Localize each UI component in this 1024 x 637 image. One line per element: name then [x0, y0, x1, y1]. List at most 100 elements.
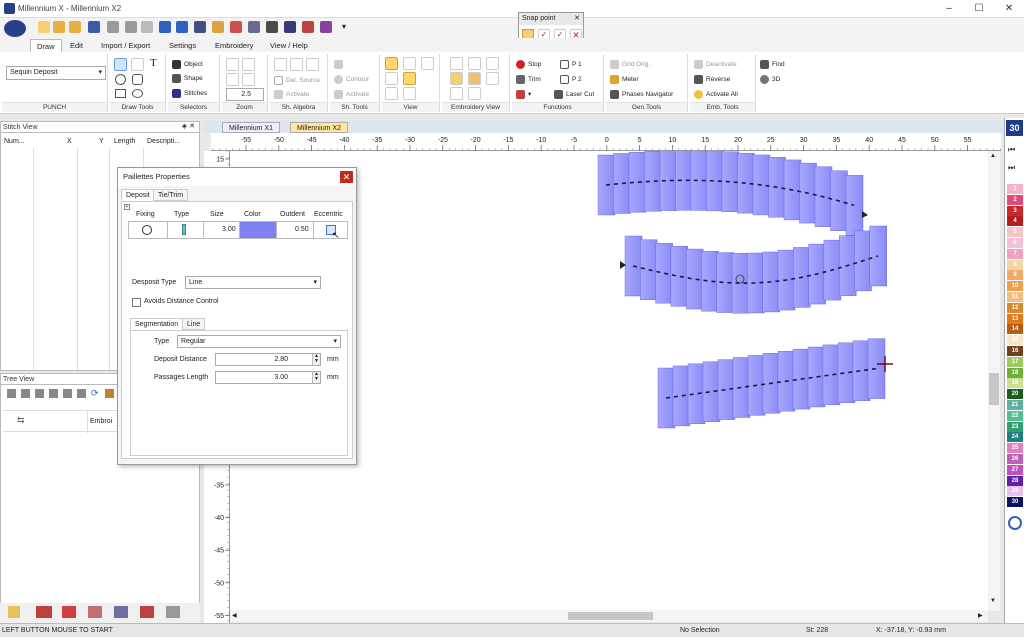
passages-length-input[interactable]: 3.00 ▲ ▼ [215, 371, 321, 384]
activate-all-button[interactable]: Activate All [694, 90, 738, 99]
stitch-list-icon[interactable] [36, 606, 52, 618]
find-button[interactable]: Find [760, 60, 785, 69]
palette-swatch[interactable]: 27 [1007, 464, 1023, 475]
paste-icon[interactable] [141, 21, 153, 33]
3d-button[interactable]: 3D [760, 75, 780, 84]
palette-swatch[interactable]: 13 [1007, 313, 1023, 324]
palette-swatch[interactable]: 18 [1007, 367, 1023, 378]
customize-dropdown-icon[interactable]: ▾ [342, 22, 346, 31]
palette-swatch[interactable]: 23 [1007, 421, 1023, 432]
chart-panel-icon[interactable] [140, 606, 154, 618]
col-y[interactable]: Y [99, 138, 104, 145]
tab-line[interactable]: Line [182, 318, 206, 330]
view-grid-icon[interactable] [385, 72, 398, 85]
palette-swatch[interactable]: 22 [1007, 410, 1023, 421]
del-source-checkbox[interactable]: Del. Source [274, 76, 320, 85]
wrench-icon[interactable] [105, 389, 114, 398]
emb-view-thread-icon[interactable] [486, 72, 499, 85]
palette-swatch[interactable]: 19 [1007, 378, 1023, 389]
col-x[interactable]: X [67, 138, 72, 145]
wrench-panel-icon[interactable] [114, 606, 128, 618]
intersect-icon[interactable] [306, 58, 319, 71]
color-icon[interactable] [62, 606, 76, 618]
group-icon[interactable] [63, 389, 72, 398]
meter-button[interactable]: Meter [610, 75, 639, 84]
new-file-icon[interactable] [38, 21, 50, 33]
object-selector[interactable]: Object [172, 60, 203, 69]
emb-view-circle-icon[interactable] [450, 57, 463, 70]
reverse-button[interactable]: Reverse [694, 75, 730, 84]
palette-swatch[interactable]: 28 [1007, 475, 1023, 486]
segmentation-type-select[interactable]: Regular ▾ [177, 335, 341, 348]
refresh-icon[interactable]: ⟳ [91, 388, 99, 399]
emb-view-brush-icon[interactable] [486, 57, 499, 70]
emb-view-arrow-icon[interactable] [450, 87, 463, 100]
palette-swatch[interactable]: 29 [1007, 486, 1023, 497]
sh-tools-pencil[interactable] [334, 60, 346, 69]
monitor-icon[interactable] [194, 21, 206, 33]
palette-settings-icon[interactable] [1008, 516, 1022, 530]
palette-swatch[interactable]: 4 [1007, 216, 1023, 227]
tab-view-help[interactable]: View / Help [264, 39, 314, 52]
view-fill-icon[interactable] [385, 57, 398, 70]
view-needle-icon[interactable] [403, 57, 416, 70]
tab-segmentation[interactable]: Segmentation [130, 318, 184, 330]
palette-swatch[interactable]: 5 [1007, 227, 1023, 238]
move-up-icon[interactable] [21, 389, 30, 398]
palette-swatch[interactable]: 17 [1007, 356, 1023, 367]
view-stitch-icon[interactable] [421, 57, 434, 70]
phases-navigator-button[interactable]: Phases Navigator [610, 90, 673, 99]
zoom-window-icon[interactable] [242, 58, 255, 71]
horizontal-scrollbar[interactable]: ◀ ▶ [230, 610, 988, 622]
sh-algebra-activate[interactable]: Activate [274, 90, 309, 99]
save-icon[interactable] [88, 21, 100, 33]
palette-swatch[interactable]: 15 [1007, 335, 1023, 346]
contour-button[interactable]: Contour [334, 75, 369, 84]
dialog-close-button[interactable]: ✕ [340, 171, 353, 183]
embroidery-icon[interactable] [320, 21, 332, 33]
zoom-in-icon[interactable] [226, 58, 239, 71]
palette-swatch[interactable]: 1 [1007, 184, 1023, 194]
paillette-row[interactable]: 3.00 0.50 ↖ [128, 221, 348, 240]
union-icon[interactable] [274, 58, 287, 71]
thread-icon[interactable] [266, 21, 278, 33]
passages-length-spinner[interactable]: ▲ ▼ [312, 372, 320, 383]
tab-doc-x1[interactable]: Millennium X1 [222, 122, 280, 133]
open-recent-icon[interactable] [69, 21, 81, 33]
minimize-button[interactable]: – [934, 0, 964, 18]
zoom-out-icon[interactable] [226, 73, 239, 86]
redo-icon[interactable] [176, 21, 188, 33]
palette-swatch[interactable]: 16 [1007, 346, 1023, 356]
deposit-distance-input[interactable]: 2.80 ▲ ▼ [215, 353, 321, 366]
tab-deposit[interactable]: Deposit [121, 189, 155, 201]
move-bottom-icon[interactable] [49, 389, 58, 398]
palette-swatch[interactable]: 10 [1007, 281, 1023, 292]
maximize-button[interactable]: ☐ [964, 0, 994, 18]
scroll-left-icon[interactable]: ◀ [232, 612, 237, 619]
rect-tool-icon[interactable] [115, 89, 126, 98]
panel-pin-icon[interactable]: ◈ ✕ [182, 122, 195, 130]
close-button[interactable]: ✕ [994, 0, 1024, 18]
current-color-number[interactable]: 30 [1006, 120, 1023, 136]
palette-swatch[interactable]: 2 [1007, 194, 1023, 205]
chart-icon[interactable] [248, 21, 260, 33]
zoom-all-icon[interactable] [242, 73, 255, 86]
move-down-icon[interactable] [35, 389, 44, 398]
view-ruler-icon[interactable] [403, 72, 416, 85]
copy-icon[interactable] [125, 21, 137, 33]
laser-cut-button[interactable]: Laser Cut [554, 90, 594, 99]
subtract-icon[interactable] [290, 58, 303, 71]
palette-swatch[interactable]: 6 [1007, 238, 1023, 248]
palette-swatch[interactable]: 30 [1007, 497, 1023, 508]
palette-swatch[interactable]: 24 [1007, 432, 1023, 443]
trim-button[interactable]: Trim [516, 75, 541, 84]
col-length[interactable]: Length [114, 138, 135, 145]
tab-draw[interactable]: Draw [30, 39, 62, 52]
tab-embroidery[interactable]: Embroidery [209, 39, 259, 52]
view-layers-icon[interactable] [403, 87, 416, 100]
vertical-scroll-thumb[interactable] [989, 373, 999, 405]
pencil-icon[interactable] [230, 21, 242, 33]
page-icon[interactable] [8, 606, 20, 618]
stitch-icon[interactable] [284, 21, 296, 33]
snap-close-icon[interactable]: ✕ [574, 14, 580, 22]
